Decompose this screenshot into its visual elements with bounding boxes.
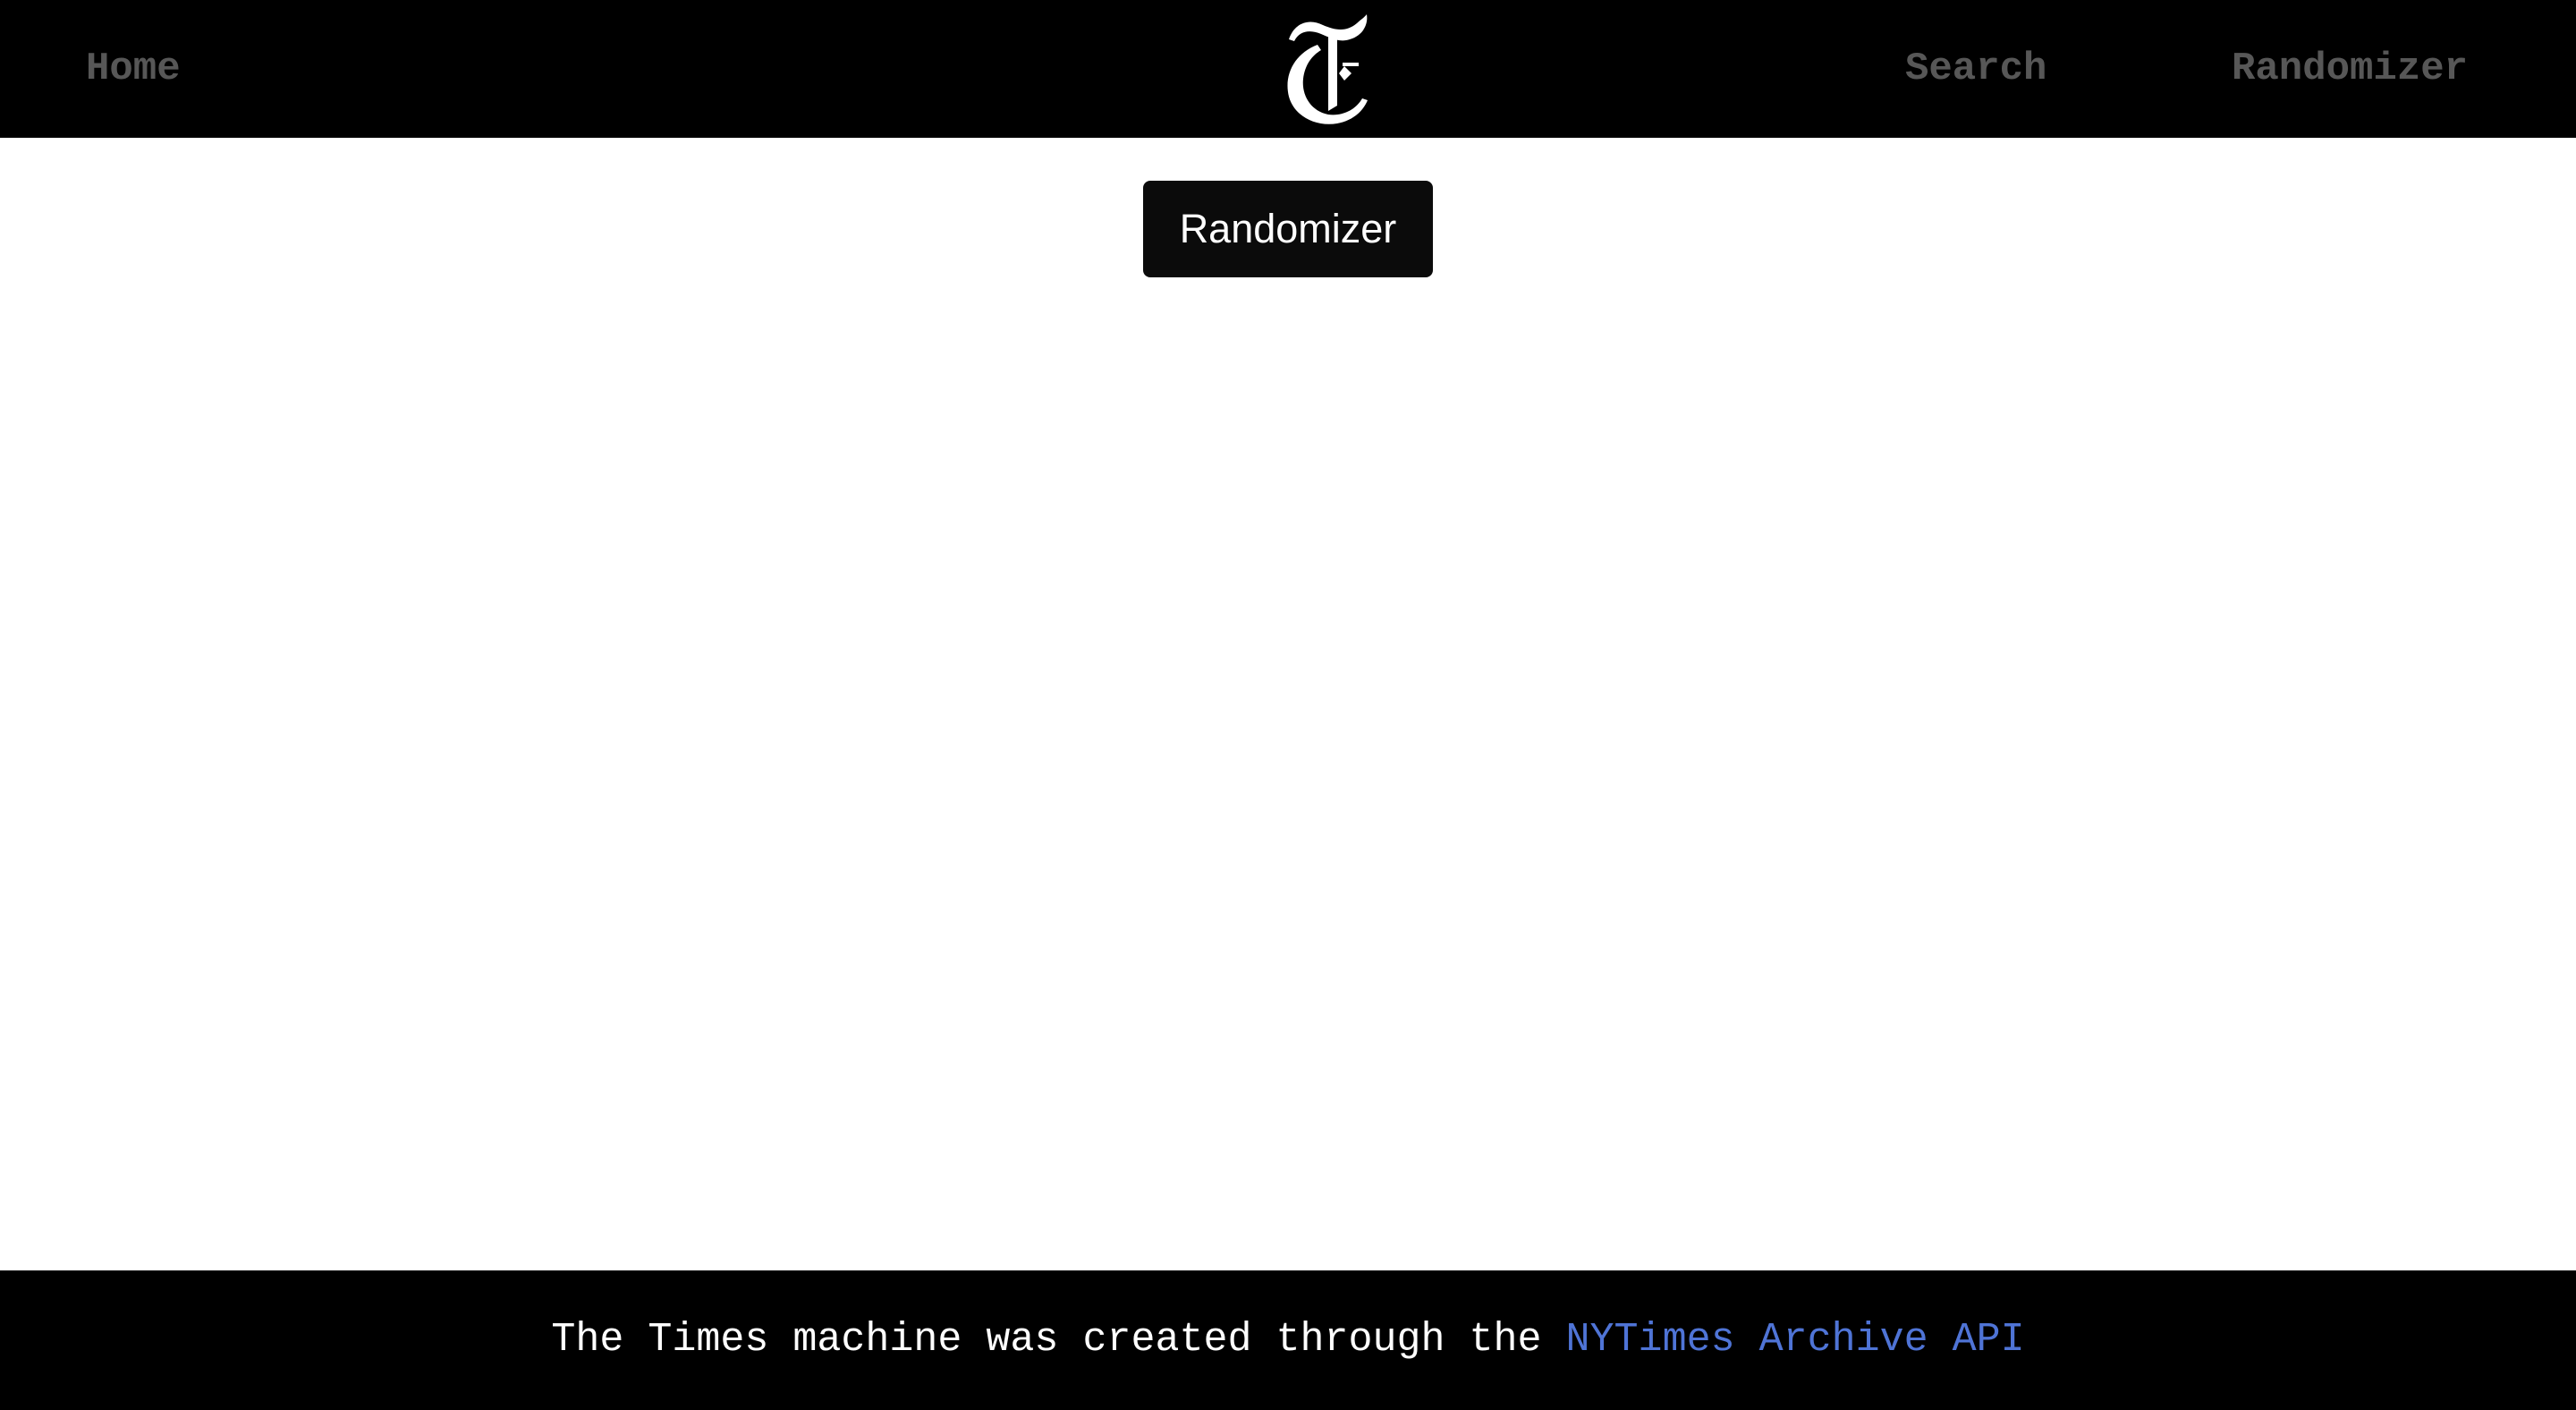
nav-search-link[interactable]: Search (1905, 0, 2046, 138)
nytimes-archive-api-link[interactable]: NYTimes Archive API (1566, 1317, 2025, 1363)
nav-home-link[interactable]: Home (86, 0, 181, 138)
top-navbar: Home Search Randomizer (0, 0, 2576, 138)
nav-randomizer-link[interactable]: Randomizer (2232, 0, 2468, 138)
footer: The Times machine was created through th… (0, 1270, 2576, 1410)
logo-graphic (1287, 14, 1368, 124)
footer-text: The Times machine was created through th… (551, 1317, 1542, 1363)
main-content: Randomizer (0, 138, 2576, 1270)
nyt-t-logo-icon[interactable] (1282, 13, 1371, 127)
randomizer-button[interactable]: Randomizer (1143, 181, 1433, 277)
